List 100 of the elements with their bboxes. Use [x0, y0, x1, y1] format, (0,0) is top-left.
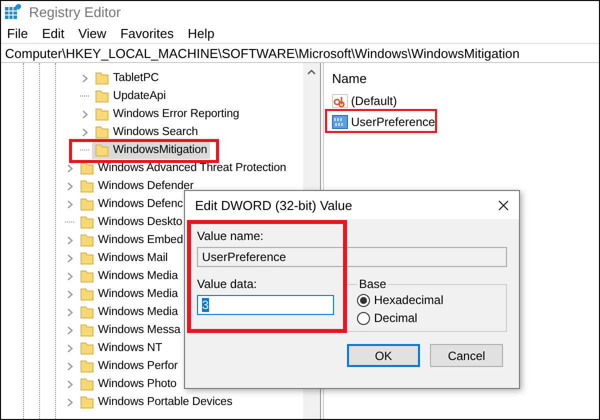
- tree-item[interactable]: Windows Defender: [77, 177, 197, 195]
- chevron-icon[interactable]: [66, 290, 74, 298]
- tree-item-label: Windows Defenc: [98, 197, 183, 212]
- tree-item-label: TabletPC: [113, 71, 159, 86]
- folder-icon: [80, 269, 94, 283]
- dialog-button[interactable]: Cancel: [430, 344, 503, 367]
- tree-item[interactable]: WindowsMitigation: [92, 141, 210, 159]
- tree-item-label: Windows NT: [98, 341, 162, 356]
- tree-item[interactable]: Windows NT: [77, 339, 166, 357]
- tree-item-label: Windows Search: [113, 125, 198, 140]
- menu-item[interactable]: Edit: [42, 26, 64, 40]
- folder-icon: [80, 233, 94, 247]
- folder-icon: [80, 287, 94, 301]
- tree-item[interactable]: TabletPC: [92, 69, 162, 87]
- address-bar[interactable]: Computer\HKEY_LOCAL_MACHINE\SOFTWARE\Microsoft\Windows\WindowsMitigation: [1, 43, 599, 63]
- menu-item[interactable]: View: [78, 26, 106, 40]
- tree-item-label: UpdateApi: [113, 89, 166, 104]
- dialog-button[interactable]: OK: [347, 344, 420, 367]
- folder-icon: [80, 323, 94, 337]
- chevron-icon[interactable]: [66, 236, 74, 244]
- value-data-field[interactable]: 3: [197, 295, 334, 315]
- tree-item[interactable]: Windows Error Reporting: [92, 105, 242, 123]
- tree-item[interactable]: Windows Media: [77, 303, 181, 321]
- tree-item-label: Windows Error Reporting: [113, 107, 240, 122]
- tree-item[interactable]: Windows Portable Devices: [77, 393, 236, 411]
- group-label: Base: [358, 277, 388, 291]
- chevron-icon[interactable]: [82, 128, 88, 136]
- folder-icon: [80, 161, 94, 175]
- close-icon[interactable]: [498, 200, 509, 210]
- folder-icon: [80, 341, 94, 355]
- tree-item[interactable]: Windows Media: [77, 267, 181, 285]
- dialog-title: Edit DWORD (32-bit) Value: [195, 198, 352, 212]
- tree-item-label: Windows Media: [98, 305, 178, 320]
- folder-icon: [80, 395, 94, 409]
- chevron-icon[interactable]: [66, 182, 74, 190]
- chevron-icon[interactable]: [82, 74, 88, 82]
- radio-label[interactable]: Hexadecimal: [374, 293, 444, 307]
- tree-item-label: Windows Advanced Threat Protection: [98, 161, 286, 176]
- tree-item[interactable]: Windows Photo: [77, 375, 180, 393]
- folder-icon: [80, 215, 94, 229]
- folder-icon: [95, 71, 109, 85]
- tree-item[interactable]: Windows Search: [92, 123, 201, 141]
- chevron-icon[interactable]: [66, 308, 74, 316]
- radio-button[interactable]: [357, 312, 370, 324]
- chevron-icon[interactable]: [66, 344, 74, 352]
- tree-item-label: Windows Mail: [98, 251, 168, 266]
- folder-icon: [95, 89, 109, 103]
- chevron-icon[interactable]: [66, 380, 74, 388]
- tree-item[interactable]: UpdateApi: [92, 87, 169, 105]
- folder-icon: [80, 305, 94, 319]
- tree-item[interactable]: Windows Mail: [77, 249, 171, 267]
- tree-item[interactable]: Windows Defenc: [77, 195, 186, 213]
- field-label: Value data:: [197, 277, 258, 291]
- tree-item-label: Windows Messa: [98, 323, 180, 338]
- folder-icon: [80, 251, 94, 265]
- value-name-field[interactable]: UserPreference: [197, 247, 507, 267]
- chevron-icon[interactable]: [66, 254, 74, 262]
- tree-item[interactable]: Windows Deskto: [77, 213, 186, 231]
- tree-item[interactable]: Windows Messa: [77, 321, 184, 339]
- menu-item[interactable]: Help: [188, 26, 215, 40]
- field-label: Value name:: [197, 229, 264, 243]
- tree-item-label: Windows Perfor: [98, 359, 178, 374]
- folder-icon: [95, 143, 109, 157]
- tree-item[interactable]: Windows Media: [77, 285, 181, 303]
- tree-item-label: Windows Defender: [98, 179, 194, 194]
- folder-icon: [95, 107, 109, 121]
- tree-item-label: Windows Portable Devices: [98, 395, 232, 410]
- chevron-icon[interactable]: [66, 398, 74, 406]
- chevron-icon[interactable]: [66, 326, 74, 334]
- tree-item[interactable]: Windows Perfor: [77, 357, 181, 375]
- menu-item[interactable]: File: [7, 26, 28, 40]
- scroll-up-icon[interactable]: [307, 69, 316, 75]
- tree-item-label: Windows Photo: [98, 377, 177, 392]
- chevron-icon[interactable]: [66, 362, 74, 370]
- value-name[interactable]: UserPreference: [351, 115, 436, 129]
- tree-item-label: WindowsMitigation: [113, 143, 208, 158]
- tree-item[interactable]: Windows Embed: [77, 231, 186, 249]
- chevron-icon[interactable]: [66, 200, 74, 208]
- radio-label[interactable]: Decimal: [374, 311, 418, 325]
- folder-icon: [80, 359, 94, 373]
- registry-icon: [5, 4, 21, 20]
- menu-item[interactable]: Favorites: [120, 26, 174, 40]
- tree-item-label: Windows Embed: [98, 233, 183, 248]
- folder-icon: [80, 377, 94, 391]
- tree-item-label: Windows Media: [98, 269, 178, 284]
- column-header[interactable]: Name: [332, 71, 591, 89]
- radio-button[interactable]: [357, 294, 370, 306]
- window-title: Registry Editor: [29, 4, 121, 20]
- tree-item[interactable]: Windows Advanced Threat Protection: [77, 159, 290, 177]
- tree-item-label: Windows Media: [98, 287, 178, 302]
- folder-icon: [80, 179, 94, 193]
- string-value-icon: [332, 93, 348, 109]
- tree-item-label: Windows Deskto: [98, 215, 182, 230]
- value-name[interactable]: (Default): [351, 94, 398, 108]
- binary-value-icon: [332, 114, 348, 130]
- chevron-icon[interactable]: [66, 164, 74, 172]
- folder-icon: [95, 125, 109, 139]
- folder-icon: [80, 197, 94, 211]
- chevron-icon[interactable]: [66, 272, 74, 280]
- chevron-icon[interactable]: [82, 110, 88, 118]
